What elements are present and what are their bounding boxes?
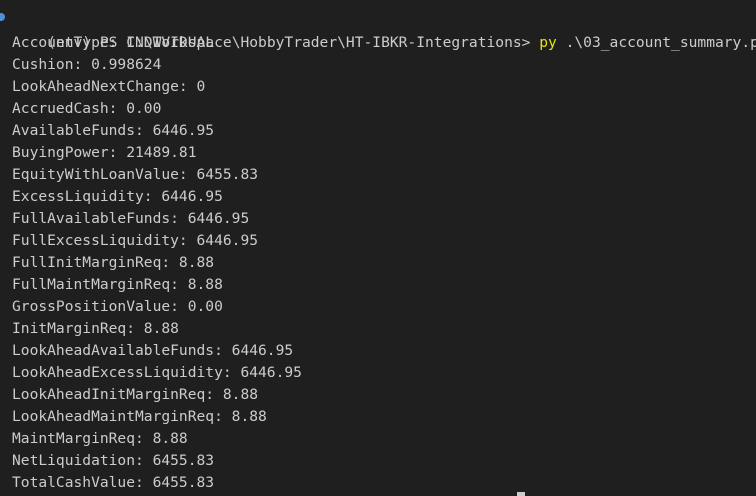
output-line: TotalCashValue: 6455.83: [12, 474, 215, 491]
output-line: LookAheadMaintMarginReq: 8.88: [12, 408, 267, 425]
output-line: FullMaintMarginReq: 8.88: [12, 276, 223, 293]
output-line: ExcessLiquidity: 6446.95: [12, 188, 223, 205]
command-decoration-icon[interactable]: [0, 13, 5, 21]
output-line: BuyingPower: 21489.81: [12, 144, 197, 161]
terminal-prompt-line: (env) PS C:\Workspace\HobbyTrader\HT-IBK…: [12, 10, 756, 51]
output-line: LookAheadInitMarginReq: 8.88: [12, 386, 259, 403]
output-line: FullInitMarginReq: 8.88: [12, 254, 215, 271]
terminal-panel[interactable]: (env) PS C:\Workspace\HobbyTrader\HT-IBK…: [0, 0, 756, 496]
output-line: AvailableFunds: 6446.95: [12, 122, 215, 139]
prompt-command: py: [539, 34, 557, 51]
output-line: GrossPositionValue: 0.00: [12, 298, 223, 315]
output-line: FullExcessLiquidity: 6446.95: [12, 232, 259, 249]
output-line: InitMarginReq: 8.88: [12, 320, 179, 337]
output-line: MaintMarginReq: 8.88: [12, 430, 188, 447]
output-line: LookAheadExcessLiquidity: 6446.95: [12, 364, 302, 381]
terminal-cursor: [517, 492, 525, 496]
output-line: Cushion: 0.998624: [12, 56, 162, 73]
output-line: NetLiquidation: 6455.83: [12, 452, 215, 469]
output-line: AccountType: INDIVIDUAL: [12, 34, 215, 51]
output-line: FullAvailableFunds: 6446.95: [12, 210, 250, 227]
prompt-argument: .\03_account_summary.py: [565, 34, 756, 51]
output-line: LookAheadAvailableFunds: 6446.95: [12, 342, 294, 359]
output-line: AccruedCash: 0.00: [12, 100, 162, 117]
output-line: LookAheadNextChange: 0: [12, 78, 206, 95]
output-line: EquityWithLoanValue: 6455.83: [12, 166, 259, 183]
